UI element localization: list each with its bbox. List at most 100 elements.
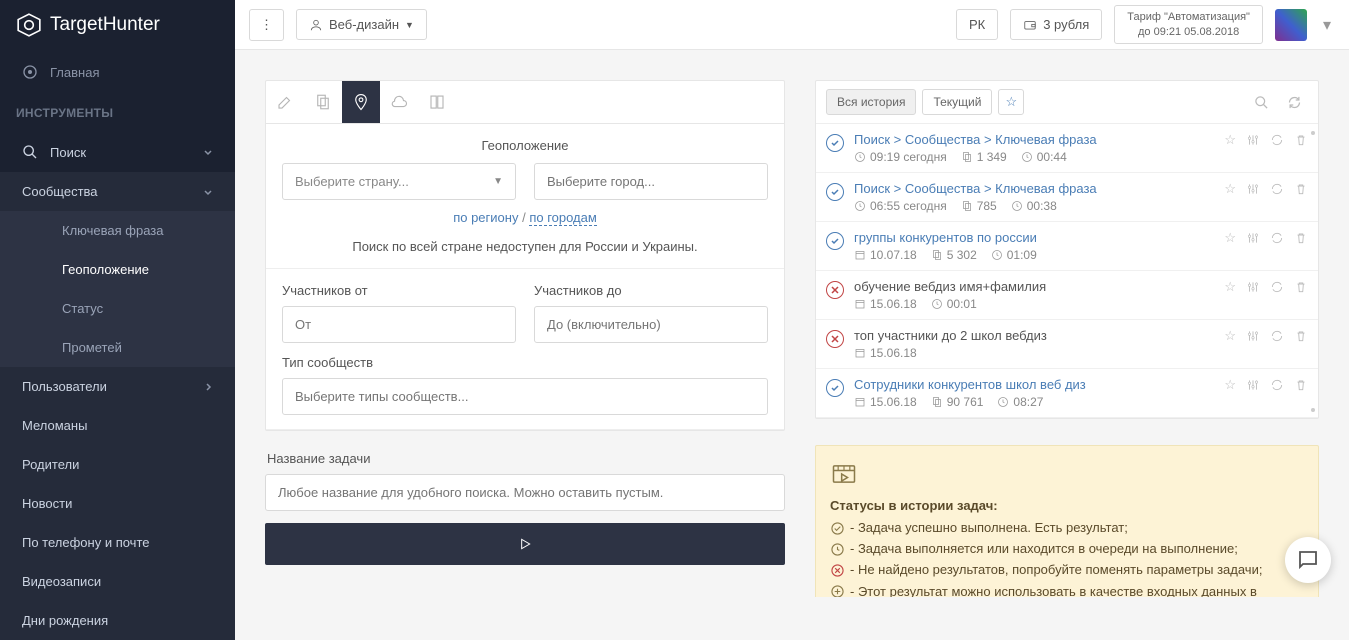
trash-icon[interactable] bbox=[1294, 182, 1308, 196]
sidebar-leaf-3[interactable]: Прометей bbox=[0, 328, 235, 367]
history-title[interactable]: Поиск > Сообщества > Ключевая фраза bbox=[854, 181, 1214, 196]
country-select[interactable]: Выберите страну... ▼ bbox=[282, 163, 516, 200]
trash-icon[interactable] bbox=[1294, 329, 1308, 343]
trash-icon[interactable] bbox=[1294, 231, 1308, 245]
settings-icon[interactable] bbox=[1246, 133, 1260, 147]
sidebar-home[interactable]: Главная bbox=[0, 50, 235, 94]
refresh-icon[interactable] bbox=[1270, 182, 1284, 196]
chevron-down-icon bbox=[203, 187, 213, 197]
legend-line: - Задача успешно выполнена. Есть результ… bbox=[830, 519, 1304, 537]
status-ok-icon bbox=[826, 183, 844, 201]
run-button[interactable] bbox=[265, 523, 785, 565]
sidebar-leaf-1[interactable]: Геоположение bbox=[0, 250, 235, 289]
refresh-icon[interactable] bbox=[1270, 329, 1284, 343]
history-tab-fav[interactable]: ☆ bbox=[998, 89, 1024, 115]
history-title[interactable]: Сотрудники конкурентов школ веб диз bbox=[854, 377, 1214, 392]
legend-line: - Не найдено результатов, попробуйте пом… bbox=[830, 561, 1304, 579]
menu-button[interactable]: ⋮ bbox=[249, 9, 284, 41]
star-icon[interactable]: ☆ bbox=[1224, 279, 1236, 295]
user-icon bbox=[309, 18, 323, 32]
history-meta: 08:27 bbox=[997, 395, 1043, 409]
history-meta: 01:09 bbox=[991, 248, 1037, 262]
refresh-icon[interactable] bbox=[1270, 231, 1284, 245]
settings-icon[interactable] bbox=[1246, 378, 1260, 392]
star-icon[interactable]: ☆ bbox=[1224, 181, 1236, 197]
sidebar-communities[interactable]: Сообщества bbox=[0, 172, 235, 211]
status-legend: Статусы в истории задач: - Задача успешн… bbox=[815, 445, 1319, 597]
history-meta: 1 349 bbox=[961, 150, 1007, 164]
project-dropdown[interactable]: Веб-дизайн ▼ bbox=[296, 9, 427, 40]
legend-title: Статусы в истории задач: bbox=[830, 498, 1304, 513]
history-row: Поиск > Сообщества > Ключевая фраза 06:55… bbox=[816, 173, 1318, 222]
trash-icon[interactable] bbox=[1294, 133, 1308, 147]
sidebar-search[interactable]: Поиск bbox=[0, 132, 235, 172]
community-type-input[interactable] bbox=[282, 378, 768, 415]
sidebar-item-1[interactable]: Меломаны bbox=[0, 406, 235, 445]
history-title[interactable]: группы конкурентов по россии bbox=[854, 230, 1214, 245]
sidebar-item-4[interactable]: По телефону и почте bbox=[0, 523, 235, 562]
legend-line: - Задача выполняется или находится в оче… bbox=[830, 540, 1304, 558]
geo-note: Поиск по всей стране недоступен для Росс… bbox=[282, 239, 768, 254]
legend-ok-icon bbox=[830, 521, 844, 535]
sidebar-leaf-2[interactable]: Статус bbox=[0, 289, 235, 328]
trash-icon[interactable] bbox=[1294, 378, 1308, 392]
history-tab-all[interactable]: Вся история bbox=[826, 89, 916, 115]
settings-icon[interactable] bbox=[1246, 280, 1260, 294]
tab-copy[interactable] bbox=[304, 81, 342, 123]
history-search-icon[interactable] bbox=[1248, 95, 1275, 110]
balance-button[interactable]: 3 рубля bbox=[1010, 9, 1102, 40]
refresh-icon[interactable] bbox=[1270, 280, 1284, 294]
history-meta: 00:01 bbox=[931, 297, 977, 311]
settings-icon[interactable] bbox=[1246, 231, 1260, 245]
sidebar: TargetHunter Главная ИНСТРУМЕНТЫ Поиск С… bbox=[0, 0, 235, 597]
tool-tabs bbox=[266, 81, 784, 124]
members-from-label: Участников от bbox=[282, 283, 516, 298]
link-by-cities[interactable]: по городам bbox=[529, 210, 597, 226]
sidebar-item-6[interactable]: Дни рождения bbox=[0, 601, 235, 640]
video-icon bbox=[830, 460, 858, 488]
city-input[interactable] bbox=[534, 163, 768, 200]
logo[interactable]: TargetHunter bbox=[0, 0, 235, 50]
rk-button[interactable]: РК bbox=[956, 9, 998, 40]
tariff-info[interactable]: Тариф "Автоматизация" до 09:21 05.08.201… bbox=[1114, 5, 1263, 44]
history-meta: 15.06.18 bbox=[854, 346, 917, 360]
status-ok-icon bbox=[826, 134, 844, 152]
settings-icon[interactable] bbox=[1246, 329, 1260, 343]
task-name-input[interactable] bbox=[265, 474, 785, 511]
task-name-label: Название задачи bbox=[267, 451, 785, 466]
star-icon[interactable]: ☆ bbox=[1224, 230, 1236, 246]
history-row: Сотрудники конкурентов школ веб диз 15.06… bbox=[816, 369, 1318, 418]
tab-geo[interactable] bbox=[342, 81, 380, 123]
status-error-icon bbox=[826, 330, 844, 348]
star-icon[interactable]: ☆ bbox=[1224, 328, 1236, 344]
tab-book[interactable] bbox=[418, 81, 456, 123]
sidebar-leaf-0[interactable]: Ключевая фраза bbox=[0, 211, 235, 250]
history-tab-current[interactable]: Текущий bbox=[922, 89, 992, 115]
link-by-region[interactable]: по региону bbox=[453, 210, 518, 225]
avatar[interactable] bbox=[1275, 9, 1307, 41]
sidebar-section-tools: ИНСТРУМЕНТЫ bbox=[0, 94, 235, 132]
form-card: Геоположение Выберите страну... ▼ по рег… bbox=[265, 80, 785, 431]
sidebar-item-0[interactable]: Пользователи bbox=[0, 367, 235, 406]
history-meta: 15.06.18 bbox=[854, 395, 917, 409]
members-from-input[interactable] bbox=[282, 306, 516, 343]
legend-plus-icon bbox=[830, 585, 844, 597]
tab-cloud[interactable] bbox=[380, 81, 418, 123]
chat-widget[interactable] bbox=[1285, 537, 1331, 583]
history-refresh-icon[interactable] bbox=[1281, 95, 1308, 110]
history-title[interactable]: Поиск > Сообщества > Ключевая фраза bbox=[854, 132, 1214, 147]
members-to-input[interactable] bbox=[534, 306, 768, 343]
star-icon[interactable]: ☆ bbox=[1224, 377, 1236, 393]
settings-icon[interactable] bbox=[1246, 182, 1260, 196]
refresh-icon[interactable] bbox=[1270, 133, 1284, 147]
star-icon[interactable]: ☆ bbox=[1224, 132, 1236, 148]
sidebar-item-3[interactable]: Новости bbox=[0, 484, 235, 523]
user-menu-caret[interactable]: ▾ bbox=[1319, 15, 1335, 35]
sidebar-item-5[interactable]: Видеозаписи bbox=[0, 562, 235, 601]
trash-icon[interactable] bbox=[1294, 280, 1308, 294]
scroll-indicator bbox=[1311, 131, 1315, 135]
sidebar-item-2[interactable]: Родители bbox=[0, 445, 235, 484]
history-meta: 06:55 сегодня bbox=[854, 199, 947, 213]
refresh-icon[interactable] bbox=[1270, 378, 1284, 392]
tab-edit[interactable] bbox=[266, 81, 304, 123]
